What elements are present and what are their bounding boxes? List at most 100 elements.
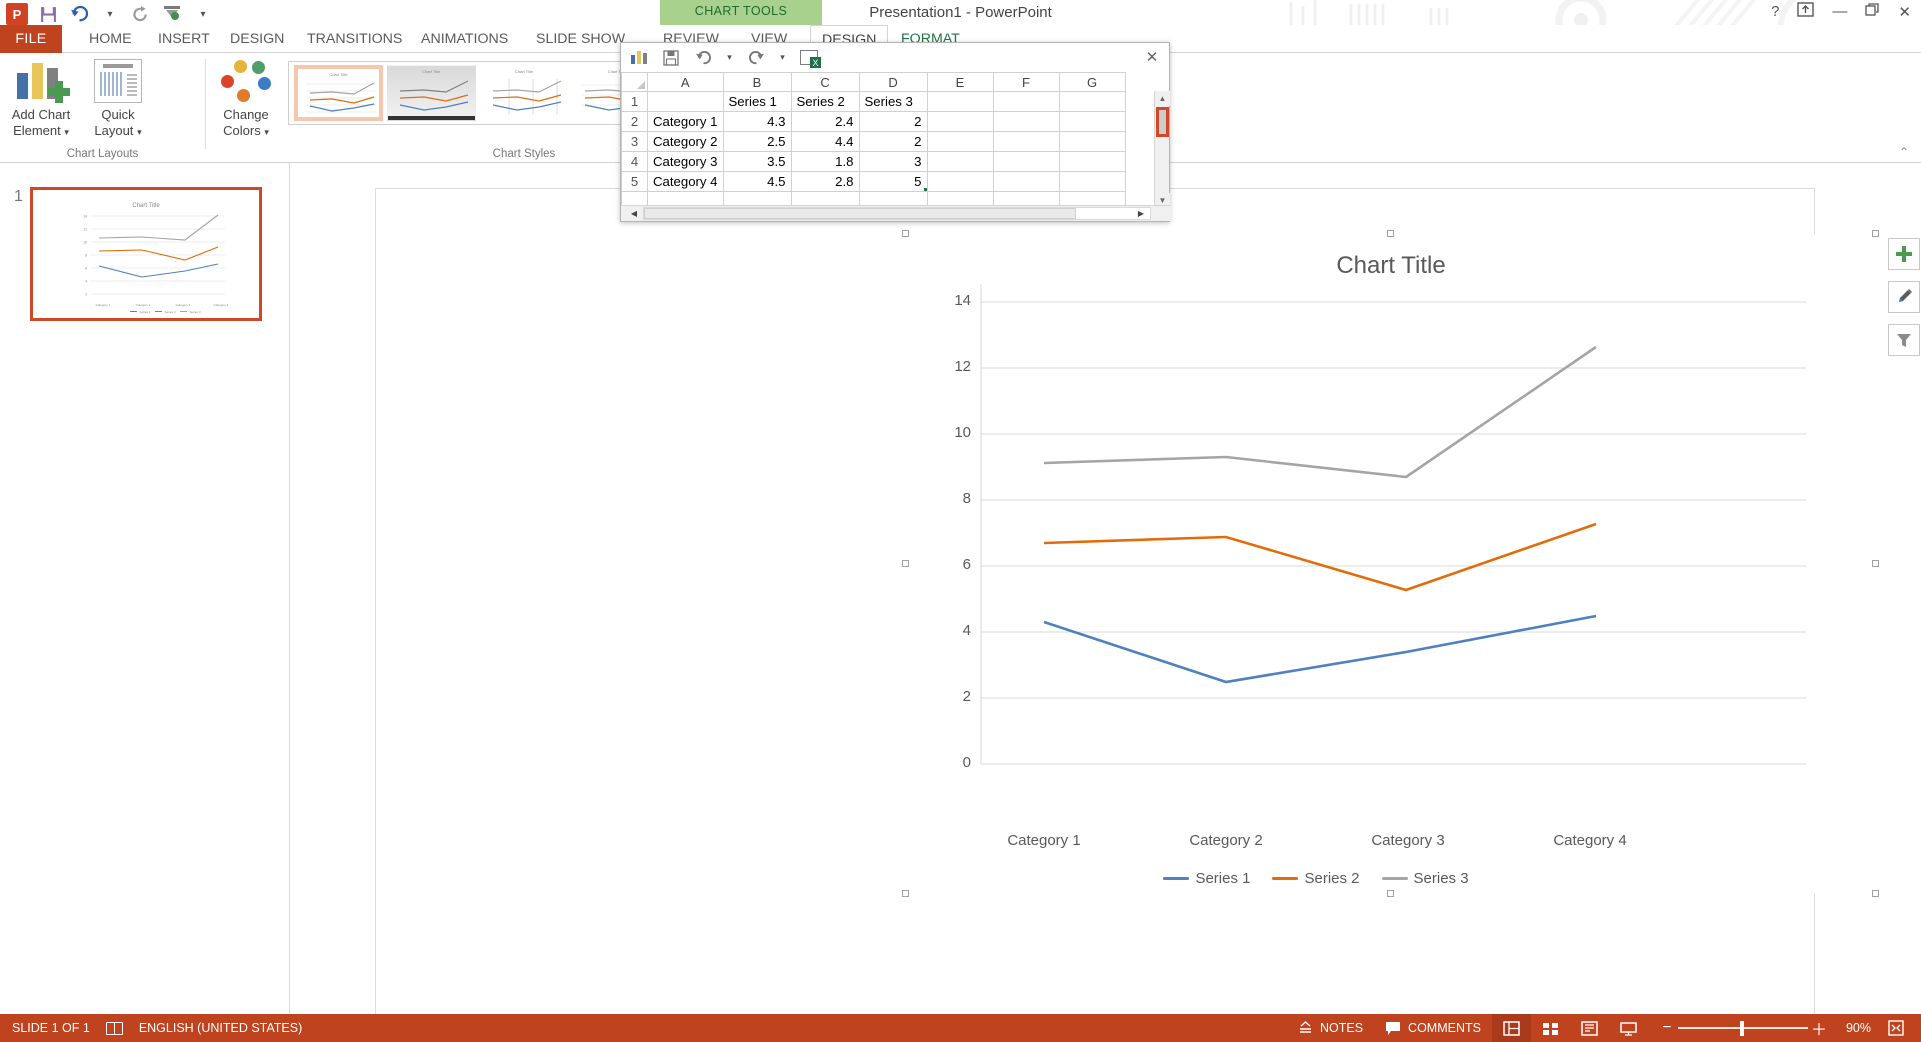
undo-icon[interactable] — [693, 48, 713, 68]
resize-handle-nw[interactable] — [902, 230, 909, 237]
resize-handle-sw[interactable] — [902, 890, 909, 897]
help-icon[interactable]: ? — [1771, 3, 1779, 20]
resize-handle-se[interactable] — [1872, 890, 1879, 897]
cell-e5[interactable] — [927, 172, 993, 192]
column-header-b[interactable]: B — [723, 73, 791, 92]
cell-f2[interactable] — [993, 112, 1059, 132]
slide-canvas[interactable]: Chart Title — [375, 188, 1815, 1023]
zoom-level-label[interactable]: 90% — [1838, 1014, 1879, 1042]
cell-a1[interactable] — [648, 92, 724, 112]
cell-e1[interactable] — [927, 92, 993, 112]
tab-file[interactable]: FILE — [0, 25, 62, 53]
cell-b1[interactable]: Series 1 — [723, 92, 791, 112]
cell-d1[interactable]: Series 3 — [859, 92, 927, 112]
cell-c1[interactable]: Series 2 — [791, 92, 859, 112]
chart-data-grid[interactable]: A B C D E F G 1 Series 1 Series 2 Series… — [621, 72, 1126, 212]
horizontal-scroll-track[interactable] — [643, 207, 1151, 220]
tab-animations[interactable]: ANIMATIONS — [410, 25, 519, 53]
legend-item-series-1[interactable]: Series 1 — [1163, 870, 1250, 887]
cell-g2[interactable] — [1059, 112, 1125, 132]
chart-elements-button[interactable] — [1888, 238, 1920, 270]
language-indicator[interactable]: ENGLISH (UNITED STATES) — [139, 1021, 302, 1035]
resize-handle-ne[interactable] — [1872, 230, 1879, 237]
row-header-2[interactable]: 2 — [622, 112, 648, 132]
row-header-4[interactable]: 4 — [622, 152, 648, 172]
slide-sorter-button[interactable] — [1531, 1014, 1570, 1042]
row-header-3[interactable]: 3 — [622, 132, 648, 152]
slideshow-button[interactable] — [1609, 1014, 1648, 1042]
cell-d5[interactable]: 5 — [859, 172, 927, 192]
minimize-icon[interactable]: — — [1832, 3, 1847, 20]
change-colors-button[interactable]: Change Colors ▾ — [210, 59, 282, 140]
restore-icon[interactable] — [1865, 3, 1880, 20]
cell-b3[interactable]: 2.5 — [723, 132, 791, 152]
legend-item-series-2[interactable]: Series 2 — [1272, 870, 1359, 887]
slide-thumbnail-pane[interactable]: 1 Chart Title 141210 864 2 Category 1Cat… — [0, 163, 290, 1024]
chart-plot-container[interactable]: Chart Title — [906, 234, 1876, 894]
cell-f4[interactable] — [993, 152, 1059, 172]
cell-b4[interactable]: 3.5 — [723, 152, 791, 172]
quick-layout-button[interactable]: Quick Layout ▾ — [82, 59, 154, 140]
cell-g4[interactable] — [1059, 152, 1125, 172]
cell-d3[interactable]: 2 — [859, 132, 927, 152]
normal-view-button[interactable] — [1492, 1014, 1531, 1042]
cell-a4[interactable]: Category 3 — [648, 152, 724, 172]
slide-indicator[interactable]: SLIDE 1 OF 1 — [12, 1021, 90, 1035]
cell-e2[interactable] — [927, 112, 993, 132]
resize-handle-w[interactable] — [902, 560, 909, 567]
cell-d4[interactable]: 3 — [859, 152, 927, 172]
column-header-g[interactable]: G — [1059, 73, 1125, 92]
tab-home[interactable]: HOME — [78, 25, 143, 53]
window-controls[interactable]: ? — ✕ — [1771, 2, 1911, 21]
chart-legend[interactable]: Series 1 Series 2 Series 3 — [906, 870, 1876, 887]
resize-handle-n[interactable] — [1387, 230, 1394, 237]
notes-button[interactable]: NOTES — [1287, 1014, 1374, 1042]
chart-style-option-3[interactable]: Chart Title — [480, 65, 569, 121]
column-header-e[interactable]: E — [927, 73, 993, 92]
close-icon[interactable]: ✕ — [1898, 3, 1911, 21]
chart-styles-button[interactable] — [1888, 281, 1920, 313]
cell-c3[interactable]: 4.4 — [791, 132, 859, 152]
status-bar-right[interactable]: NOTES COMMENTS − ＋ — [1287, 1014, 1913, 1042]
sheet-toolbar[interactable]: ▾ ▾ — [621, 43, 1169, 72]
resize-handle-s[interactable] — [1387, 890, 1394, 897]
zoom-thumb[interactable] — [1740, 1021, 1744, 1036]
column-header-a[interactable]: A — [648, 73, 724, 92]
slide-thumbnail-1[interactable]: Chart Title 141210 864 2 Category 1Categ… — [30, 187, 262, 321]
scroll-left-icon[interactable]: ◀ — [626, 206, 642, 221]
collapse-ribbon-icon[interactable]: ⌃ — [1899, 145, 1909, 159]
comments-button[interactable]: COMMENTS — [1374, 1014, 1492, 1042]
cell-a3[interactable]: Category 2 — [648, 132, 724, 152]
tab-insert[interactable]: INSERT — [147, 25, 221, 53]
chart-side-buttons[interactable] — [1888, 238, 1920, 367]
cell-c5[interactable]: 2.8 — [791, 172, 859, 192]
cell-f5[interactable] — [993, 172, 1059, 192]
column-header-d[interactable]: D — [859, 73, 927, 92]
change-colors-caret-icon[interactable]: ▾ — [264, 127, 269, 137]
vertical-scroll-thumb[interactable] — [1156, 107, 1169, 137]
cell-a5[interactable]: Category 4 — [648, 172, 724, 192]
zoom-out-button[interactable]: − — [1656, 1019, 1678, 1037]
chart-style-option-1[interactable]: Chart Title — [294, 65, 383, 121]
add-chart-element-button[interactable]: Add Chart Element ▾ — [5, 59, 77, 140]
horizontal-scroll-thumb[interactable] — [644, 208, 1076, 219]
cell-g3[interactable] — [1059, 132, 1125, 152]
select-all-corner[interactable] — [622, 73, 648, 92]
resize-handle-e[interactable] — [1872, 560, 1879, 567]
cell-d2[interactable]: 2 — [859, 112, 927, 132]
column-header-c[interactable]: C — [791, 73, 859, 92]
cell-g1[interactable] — [1059, 92, 1125, 112]
edit-in-excel-icon[interactable] — [799, 48, 819, 68]
cell-e3[interactable] — [927, 132, 993, 152]
reading-view-button[interactable] — [1570, 1014, 1609, 1042]
sheet-vertical-scrollbar[interactable]: ▲ ▼ — [1154, 91, 1169, 208]
zoom-slider[interactable]: − ＋ — [1648, 1014, 1838, 1042]
row-header-5[interactable]: 5 — [622, 172, 648, 192]
column-header-f[interactable]: F — [993, 73, 1059, 92]
chart-filters-button[interactable] — [1888, 324, 1920, 356]
spellcheck-icon[interactable] — [106, 1022, 123, 1035]
quick-layout-caret-icon[interactable]: ▾ — [137, 127, 142, 137]
redo-icon[interactable] — [746, 48, 766, 68]
scroll-up-icon[interactable]: ▲ — [1155, 91, 1170, 106]
status-bar[interactable]: SLIDE 1 OF 1 ENGLISH (UNITED STATES) NOT… — [0, 1014, 1921, 1042]
